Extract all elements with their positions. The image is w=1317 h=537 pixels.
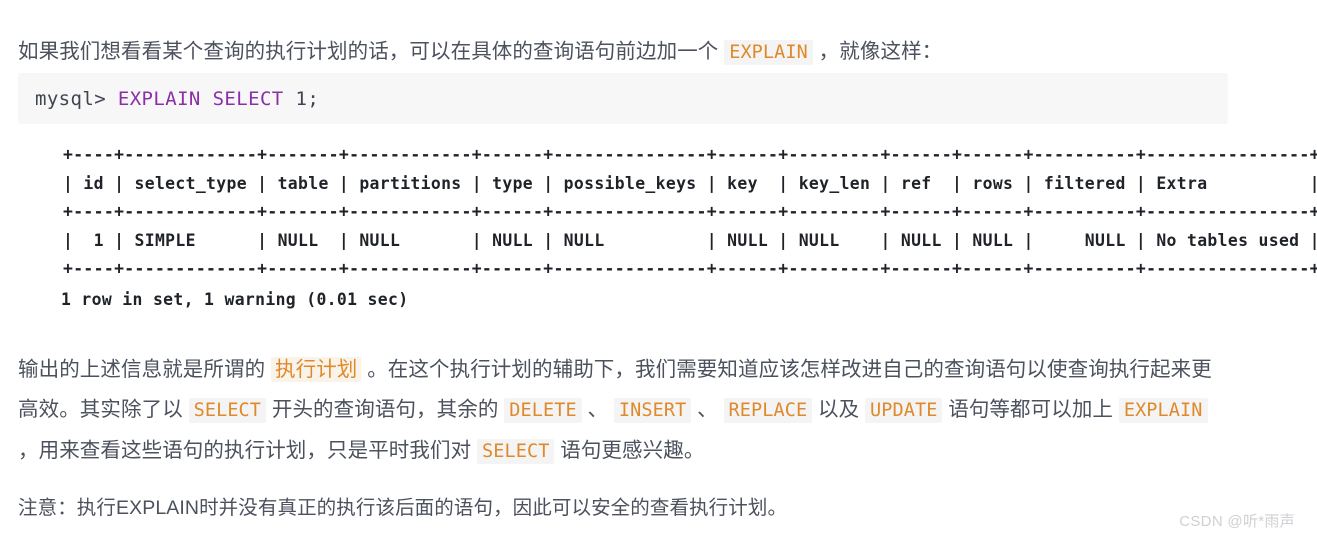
sql-literal-one: 1;: [283, 87, 320, 110]
table-row: | 1 | SIMPLE | NULL | NULL | NULL | NULL…: [63, 230, 1317, 250]
inline-code-explain-body: EXPLAIN: [1118, 397, 1208, 423]
mysql-prompt: mysql>: [35, 87, 118, 110]
table-header-row: | id | select_type | table | partitions …: [63, 173, 1317, 193]
inline-code-delete: DELETE: [504, 397, 582, 423]
table-border-bottom: +----+-------------+-------+------------…: [63, 259, 1317, 279]
body-seg-3: 开头的查询语句，其余的: [266, 397, 505, 421]
body-seg-5: 、: [691, 397, 724, 421]
sql-code-line: mysql> EXPLAIN SELECT 1;: [35, 88, 319, 110]
explain-result-table: +----+-------------+-------+------------…: [61, 141, 1317, 315]
body-seg-6: 以及: [812, 397, 865, 421]
table-border-top: +----+-------------+-------+------------…: [63, 145, 1317, 164]
sql-keyword-explain: EXPLAIN: [117, 87, 201, 110]
sql-keyword-select: SELECT: [212, 87, 284, 110]
body-seg-7: 语句等都可以加上: [942, 397, 1119, 421]
inline-code-replace: REPLACE: [723, 397, 813, 423]
body-seg-1: 输出的上述信息就是所谓的: [18, 357, 271, 381]
inline-code-explain-intro: EXPLAIN: [724, 39, 813, 65]
inline-code-update: UPDATE: [865, 397, 943, 423]
inline-code-select-1: SELECT: [188, 397, 267, 423]
body-seg-4: 、: [581, 397, 614, 421]
intro-text-after: ，就像这样：: [812, 39, 943, 63]
article-page: 如果我们想看看某个查询的执行计划的话，可以在具体的查询语句前边加一个 EXPLA…: [0, 0, 1317, 537]
sql-space: [201, 88, 213, 110]
inline-code-select-2: SELECT: [477, 438, 555, 464]
sql-code-block: mysql> EXPLAIN SELECT 1;: [18, 73, 1228, 124]
query-status-line: 1 row in set, 1 warning (0.01 sec): [61, 289, 409, 309]
intro-paragraph: 如果我们想看看某个查询的执行计划的话，可以在具体的查询语句前边加一个 EXPLA…: [18, 32, 1299, 73]
intro-text-before: 如果我们想看看某个查询的执行计划的话，可以在具体的查询语句前边加一个: [18, 39, 725, 63]
highlight-execution-plan: 执行计划: [271, 356, 362, 382]
body-seg-8: ，用来查看这些语句的执行计划，只是平时我们对: [18, 438, 477, 462]
table-border-mid: +----+-------------+-------+------------…: [63, 202, 1317, 222]
csdn-watermark: CSDN @听*雨声: [1179, 513, 1295, 530]
note-paragraph: 注意：执行EXPLAIN时并没有真正的执行该后面的语句，因此可以安全的查看执行计…: [18, 496, 788, 519]
body-paragraph: 输出的上述信息就是所谓的 执行计划 。在这个执行计划的辅助下，我们需要知道应该怎…: [18, 350, 1228, 472]
body-seg-9: 语句更感兴趣。: [554, 438, 705, 462]
inline-code-insert: INSERT: [613, 397, 692, 423]
